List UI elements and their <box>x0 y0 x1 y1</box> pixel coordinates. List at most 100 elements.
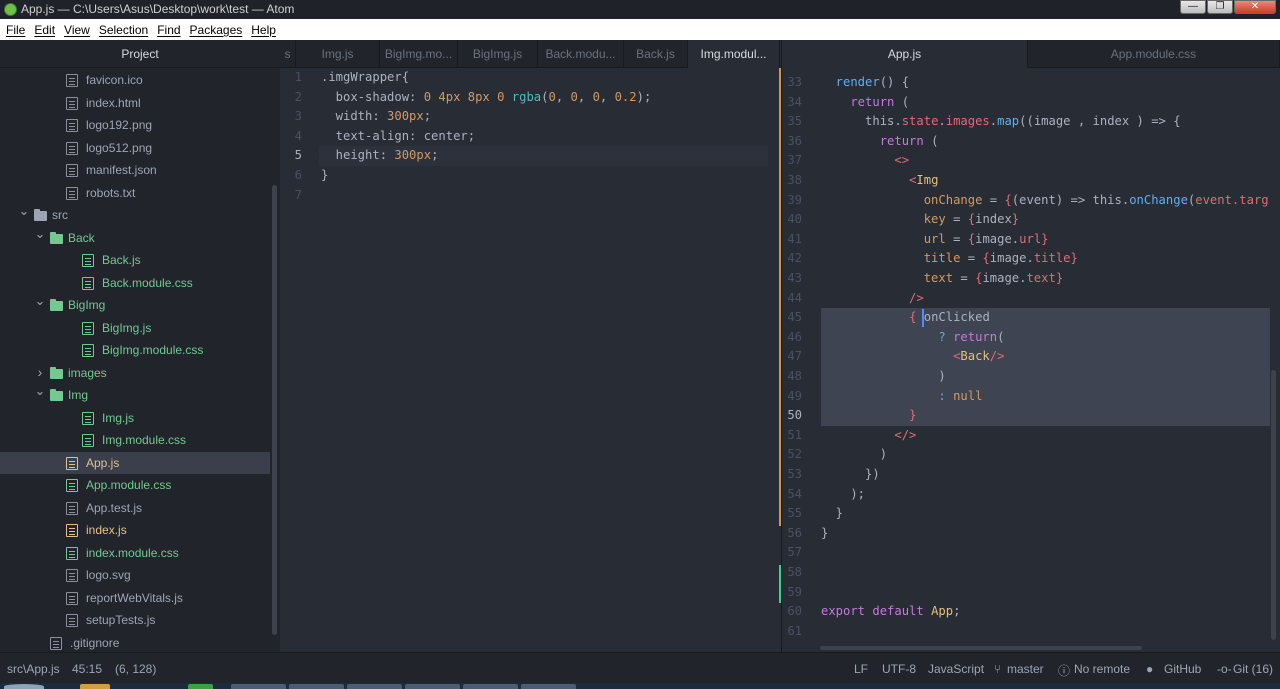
tree-file[interactable]: Back.js <box>0 249 270 271</box>
tree-file[interactable]: App.test.js <box>0 497 270 519</box>
tree-file[interactable]: Back.module.css <box>0 272 270 294</box>
tree-file[interactable]: BigImg.module.css <box>0 339 270 361</box>
status-file-path[interactable]: src\App.js <box>7 662 60 676</box>
tree-folder[interactable]: ⌄ Back <box>0 226 270 249</box>
code-line[interactable]: 37 <> <box>782 151 1280 171</box>
project-tree-header[interactable]: Project <box>0 40 280 68</box>
code-line[interactable]: 58 <box>782 563 1280 583</box>
tree-folder[interactable]: ⌄ BigImg <box>0 294 270 316</box>
code-line[interactable]: 1 .imgWrapper{ <box>280 68 780 88</box>
menu-edit[interactable]: Edit <box>34 23 55 37</box>
taskbar-app[interactable] <box>347 684 402 689</box>
taskbar-app[interactable] <box>188 684 213 689</box>
code-line[interactable]: 43 text = {image.text} <box>782 269 1280 289</box>
tree-folder[interactable]: › images <box>0 362 270 384</box>
editor-tab[interactable]: s <box>280 40 296 68</box>
code-line[interactable]: 42 title = {image.title} <box>782 249 1280 269</box>
maximize-button[interactable]: ❐ <box>1207 0 1233 14</box>
menu-packages[interactable]: Packages <box>190 23 243 37</box>
menu-help[interactable]: Help <box>251 23 276 37</box>
code-line[interactable]: 38 <Img <box>782 171 1280 191</box>
menu-view[interactable]: View <box>64 23 90 37</box>
tree-file[interactable]: logo192.png <box>0 114 270 136</box>
chevron-down-icon[interactable]: ⌄ <box>34 384 46 398</box>
tree-folder[interactable]: ⌄ Img <box>0 384 270 406</box>
tree-file[interactable]: setupTests.js <box>0 609 270 631</box>
code-line[interactable]: 57 <box>782 543 1280 563</box>
taskbar-app[interactable] <box>289 684 344 689</box>
chevron-right-icon[interactable]: › <box>34 362 46 383</box>
code-line[interactable]: 54 ); <box>782 485 1280 505</box>
code-line[interactable]: 53 }) <box>782 465 1280 485</box>
code-line[interactable]: 7 <box>280 186 780 206</box>
code-line[interactable]: 40 key = {index} <box>782 210 1280 230</box>
editor-tab[interactable]: BigImg.js <box>458 40 538 68</box>
editor-tab[interactable]: BigImg.mo... <box>380 40 458 68</box>
editor-tab[interactable]: App.js <box>782 40 1028 68</box>
taskbar-app[interactable] <box>231 684 286 689</box>
start-button[interactable] <box>4 684 44 689</box>
code-line[interactable]: 4 text-align: center; <box>280 127 780 147</box>
code-line[interactable]: 52 ) <box>782 445 1280 465</box>
editor-tab[interactable]: Img.modul... <box>688 40 780 68</box>
minimize-button[interactable]: — <box>1180 0 1206 14</box>
tree-folder[interactable]: ⌄ src <box>0 204 270 226</box>
taskbar-app[interactable] <box>521 684 576 689</box>
tree-file[interactable]: manifest.json <box>0 159 270 181</box>
status-cursor-position[interactable]: 45:15 <box>72 662 102 676</box>
tree-file[interactable]: Img.module.css <box>0 429 270 451</box>
horizontal-scrollbar[interactable] <box>820 646 1142 650</box>
code-line[interactable]: 44 /> <box>782 289 1280 309</box>
menu-selection[interactable]: Selection <box>99 23 148 37</box>
taskbar-app[interactable] <box>80 684 110 689</box>
code-line[interactable]: 5 height: 300px; <box>295 146 768 166</box>
tree-file[interactable]: index.js <box>0 519 270 541</box>
code-line[interactable]: 48 ) <box>782 367 1280 387</box>
code-line[interactable]: 2 box-shadow: 0 4px 8px 0 rgba(0, 0, 0, … <box>280 88 780 108</box>
tree-file[interactable]: .gitignore <box>0 632 270 654</box>
editor-tab[interactable]: Back.modu... <box>538 40 624 68</box>
code-line[interactable]: 3 width: 300px; <box>280 107 780 127</box>
tree-file[interactable]: index.module.css <box>0 542 270 564</box>
code-line[interactable]: 45 { onClicked <box>782 308 1280 328</box>
code-line[interactable]: 59 <box>782 583 1280 603</box>
code-line[interactable]: 47 <Back/> <box>782 347 1280 367</box>
status-grammar[interactable]: JavaScript <box>928 662 984 676</box>
code-line[interactable]: 41 url = {image.url} <box>782 230 1280 250</box>
code-line[interactable]: 56} <box>782 524 1280 544</box>
code-line[interactable]: 55 } <box>782 504 1280 524</box>
status-github[interactable]: GitHub <box>1164 662 1201 676</box>
tree-scrollbar[interactable] <box>272 185 277 635</box>
menu-file[interactable]: File <box>6 23 25 37</box>
taskbar-app[interactable] <box>405 684 460 689</box>
code-line[interactable]: 60 export default App; <box>782 602 1280 622</box>
code-line[interactable]: 36 return ( <box>782 132 1280 152</box>
editor-tab[interactable]: Back.js <box>624 40 688 68</box>
tree-file[interactable]: App.module.css <box>0 474 270 496</box>
editor-tab[interactable]: Img.js <box>296 40 380 68</box>
menu-find[interactable]: Find <box>157 23 180 37</box>
tree-file[interactable]: favicon.ico <box>0 69 270 91</box>
taskbar-app[interactable] <box>463 684 518 689</box>
status-line-ending[interactable]: LF <box>854 662 868 676</box>
code-line[interactable]: 49 : null <box>782 386 1280 407</box>
close-button[interactable]: ✕ <box>1234 0 1276 14</box>
editor-vertical-scrollbar[interactable] <box>1271 370 1276 640</box>
status-selection-count[interactable]: (6, 128) <box>115 662 156 676</box>
status-branch[interactable]: master <box>1007 662 1044 676</box>
code-line[interactable]: 35 this.state.images.map((image , index … <box>782 112 1280 132</box>
tree-file[interactable]: App.js <box>0 451 270 474</box>
code-line[interactable]: 50 } <box>782 406 1280 426</box>
code-line[interactable]: 33 render() { <box>782 73 1280 93</box>
chevron-down-icon[interactable]: ⌄ <box>34 294 46 308</box>
status-remote[interactable]: No remote <box>1074 662 1130 676</box>
chevron-down-icon[interactable]: ⌄ <box>18 204 30 218</box>
tree-file[interactable]: logo512.png <box>0 137 270 159</box>
status-git[interactable]: Git (16) <box>1233 662 1273 676</box>
code-line[interactable]: 34 return ( <box>782 93 1280 113</box>
chevron-down-icon[interactable]: ⌄ <box>34 226 46 241</box>
tree-file[interactable]: robots.txt <box>0 182 270 204</box>
tree-file[interactable]: reportWebVitals.js <box>0 587 270 609</box>
tree-file[interactable]: index.html <box>0 92 270 114</box>
code-line[interactable]: 61 <box>782 622 1280 642</box>
